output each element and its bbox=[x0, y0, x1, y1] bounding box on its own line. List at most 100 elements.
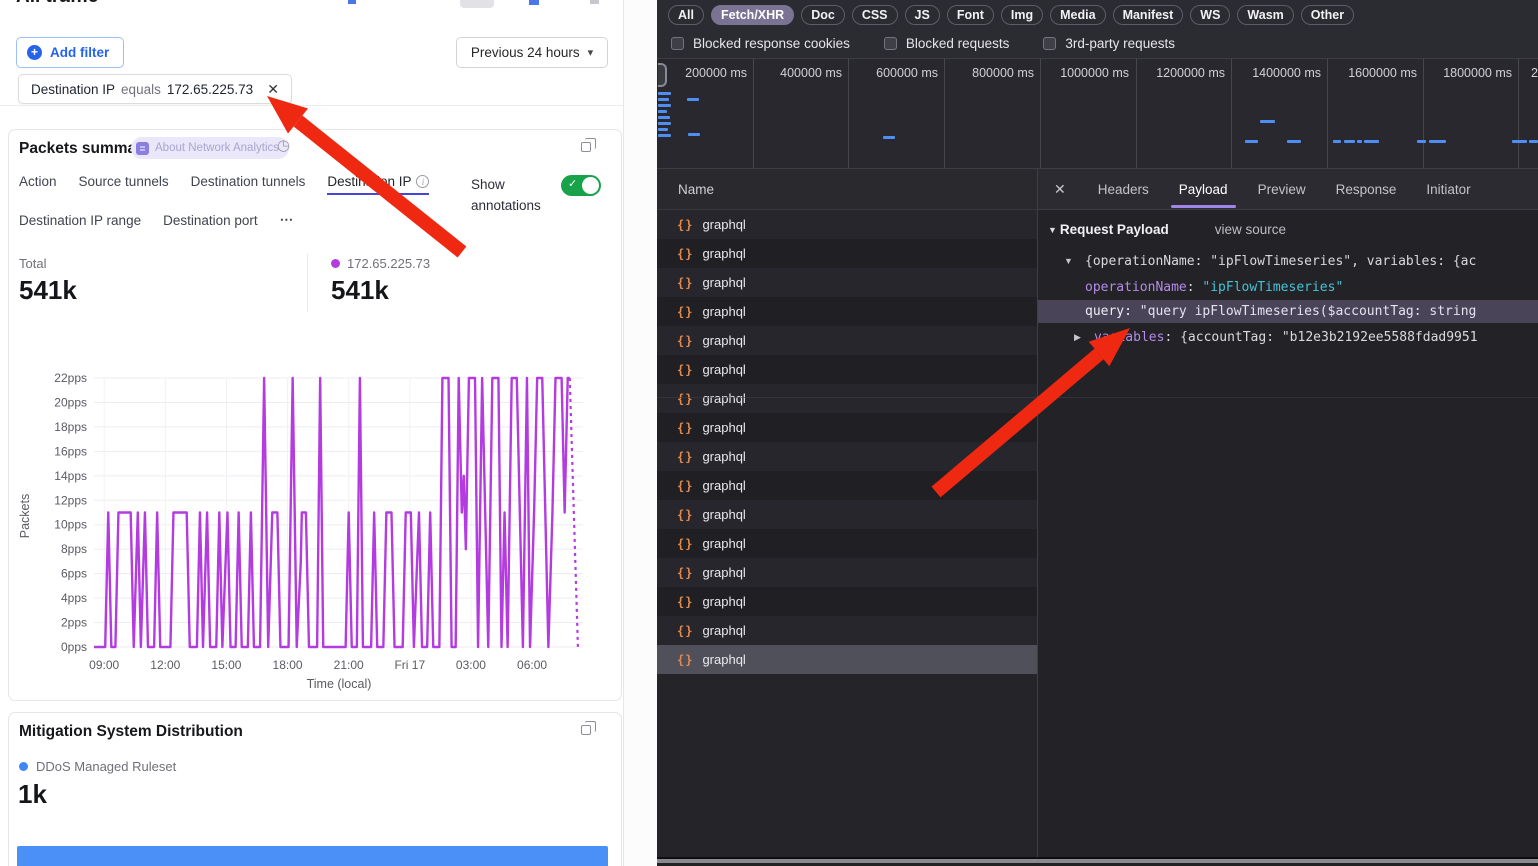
clipped-toolbar-control bbox=[348, 0, 356, 4]
request-row[interactable]: {}graphql bbox=[657, 529, 1037, 558]
request-activity-mark bbox=[658, 134, 671, 137]
request-row[interactable]: {}graphql bbox=[657, 645, 1037, 674]
detail-tab-response[interactable]: Response bbox=[1336, 182, 1397, 197]
tab-destination-ip[interactable]: Destination IPi bbox=[327, 174, 429, 195]
filter-pill-doc[interactable]: Doc bbox=[801, 5, 845, 25]
filter-pill-js[interactable]: JS bbox=[905, 5, 940, 25]
request-row[interactable]: {}graphql bbox=[657, 268, 1037, 297]
svg-text:18:00: 18:00 bbox=[273, 658, 303, 672]
payload-line[interactable]: ▼{operationName: "ipFlowTimeseries", var… bbox=[1038, 250, 1538, 273]
ip-stat-value: 541k bbox=[331, 275, 430, 306]
svg-text:09:00: 09:00 bbox=[89, 658, 119, 672]
payload-line[interactable]: ▶variables: {accountTag: "b12e3b2192ee55… bbox=[1038, 326, 1538, 349]
request-row[interactable]: {}graphql bbox=[657, 558, 1037, 587]
show-annotations-toggle[interactable]: ✓ bbox=[561, 175, 601, 196]
filter-pill-fetch-xhr[interactable]: Fetch/XHR bbox=[711, 5, 794, 25]
request-row[interactable]: {}graphql bbox=[657, 326, 1037, 355]
filter-pill-all[interactable]: All bbox=[668, 5, 704, 25]
request-activity-mark bbox=[658, 98, 669, 101]
filter-value: 172.65.225.73 bbox=[167, 82, 253, 97]
payload-token: variables bbox=[1094, 330, 1164, 345]
checkbox-3rd-party-requests[interactable]: 3rd-party requests bbox=[1043, 36, 1175, 51]
request-row[interactable]: {}graphql bbox=[657, 210, 1037, 239]
filter-pill-img[interactable]: Img bbox=[1001, 5, 1043, 25]
request-row[interactable]: {}graphql bbox=[657, 413, 1037, 442]
payload-line[interactable]: query: "query ipFlowTimeseries($accountT… bbox=[1038, 300, 1538, 323]
request-detail-tabbar: ✕ Headers Payload Preview Response Initiator bbox=[1038, 169, 1538, 210]
detail-tab-headers[interactable]: Headers bbox=[1098, 182, 1149, 197]
request-row[interactable]: {}graphql bbox=[657, 355, 1037, 384]
svg-text:22pps: 22pps bbox=[54, 371, 87, 385]
payload-line[interactable]: operationName: "ipFlowTimeseries" bbox=[1038, 276, 1538, 299]
request-row[interactable]: {}graphql bbox=[657, 500, 1037, 529]
checkbox-blocked-requests[interactable]: Blocked requests bbox=[884, 36, 1010, 51]
request-row[interactable]: {}graphql bbox=[657, 471, 1037, 500]
filter-pill-media[interactable]: Media bbox=[1050, 5, 1105, 25]
request-activity-mark bbox=[658, 92, 671, 95]
request-row[interactable]: {}graphql bbox=[657, 297, 1037, 326]
checkbox-box[interactable] bbox=[1043, 37, 1056, 50]
request-activity-mark bbox=[1364, 140, 1379, 143]
filter-pill-ws[interactable]: WS bbox=[1190, 5, 1230, 25]
request-activity-mark bbox=[687, 98, 699, 101]
filter-pill-css[interactable]: CSS bbox=[852, 5, 898, 25]
time-range-dropdown[interactable]: Previous 24 hours ▾ bbox=[456, 37, 608, 68]
tab-action[interactable]: Action bbox=[19, 174, 57, 195]
packets-timeseries-chart[interactable]: 09:0012:0015:0018:0021:00Fri 1703:0006:0… bbox=[9, 358, 623, 698]
close-icon[interactable]: ✕ bbox=[1054, 181, 1066, 198]
request-name: graphql bbox=[702, 623, 745, 638]
filter-pill-font[interactable]: Font bbox=[947, 5, 994, 25]
filter-pill-manifest[interactable]: Manifest bbox=[1113, 5, 1184, 25]
ip-stat-label: 172.65.225.73 bbox=[347, 256, 430, 271]
request-row[interactable]: {}graphql bbox=[657, 587, 1037, 616]
json-braces-icon: {} bbox=[677, 479, 693, 493]
checkbox-box[interactable] bbox=[884, 37, 897, 50]
filter-chip[interactable]: Destination IP equals 172.65.225.73 ✕ bbox=[18, 74, 292, 104]
payload-token: : bbox=[1187, 280, 1203, 295]
network-overview-timeline[interactable]: 200000 ms400000 ms600000 ms800000 ms1000… bbox=[657, 59, 1538, 169]
json-braces-icon: {} bbox=[677, 595, 693, 609]
packets-summary-card: Packets summary ≣ About Network Analytic… bbox=[8, 129, 622, 701]
cloudflare-analytics-panel: All traffic + Add filter Previous 24 hou… bbox=[0, 0, 623, 866]
request-row[interactable]: {}graphql bbox=[657, 239, 1037, 268]
timeline-scrubber-handle[interactable] bbox=[658, 63, 667, 87]
svg-text:12:00: 12:00 bbox=[150, 658, 180, 672]
more-tabs-button[interactable]: ⋯ bbox=[280, 212, 295, 234]
checkbox-blocked-response-cookies[interactable]: Blocked response cookies bbox=[671, 36, 850, 51]
copy-panel-icon[interactable] bbox=[581, 142, 591, 152]
about-network-analytics-badge[interactable]: ≣ About Network Analytics bbox=[131, 137, 289, 159]
request-activity-mark bbox=[658, 116, 670, 119]
timeline-gridline bbox=[1040, 59, 1041, 169]
remove-filter-icon[interactable]: ✕ bbox=[267, 81, 279, 98]
request-row[interactable]: {}graphql bbox=[657, 616, 1037, 645]
collapsed-triangle-icon[interactable]: ▶ bbox=[1074, 326, 1081, 349]
tab-destination-tunnels[interactable]: Destination tunnels bbox=[191, 174, 306, 195]
request-row[interactable]: {}graphql bbox=[657, 442, 1037, 471]
tab-source-tunnels[interactable]: Source tunnels bbox=[79, 174, 169, 195]
view-source-link[interactable]: view source bbox=[1215, 222, 1286, 237]
svg-text:8pps: 8pps bbox=[61, 542, 87, 556]
request-row[interactable]: {}graphql bbox=[657, 384, 1037, 413]
devtools-panel: All Fetch/XHR Doc CSS JS Font Img Media Manifest… bbox=[657, 0, 1538, 866]
json-braces-icon: {} bbox=[677, 305, 693, 319]
tab-destination-ip-range[interactable]: Destination IP range bbox=[19, 212, 141, 234]
add-filter-button[interactable]: + Add filter bbox=[16, 37, 124, 68]
timeline-tick-label: 1400000 ms bbox=[1252, 66, 1321, 80]
tab-destination-port[interactable]: Destination port bbox=[163, 212, 258, 234]
copy-panel-icon[interactable] bbox=[581, 725, 591, 735]
checkbox-box[interactable] bbox=[671, 37, 684, 50]
info-icon: i bbox=[416, 175, 429, 188]
mitigation-bar[interactable] bbox=[17, 846, 608, 866]
expanded-triangle-icon[interactable]: ▼ bbox=[1064, 250, 1073, 273]
detail-tab-payload[interactable]: Payload bbox=[1179, 182, 1228, 197]
window-gutter bbox=[623, 0, 657, 866]
detail-tab-preview[interactable]: Preview bbox=[1258, 182, 1306, 197]
history-icon[interactable]: ◷ bbox=[277, 136, 290, 154]
detail-tab-initiator[interactable]: Initiator bbox=[1426, 182, 1470, 197]
filter-pill-other[interactable]: Other bbox=[1301, 5, 1354, 25]
filter-pill-wasm[interactable]: Wasm bbox=[1237, 5, 1293, 25]
request-activity-mark bbox=[1512, 140, 1527, 143]
request-payload-section[interactable]: ▼ Request Payload view source bbox=[1048, 222, 1286, 237]
json-braces-icon: {} bbox=[677, 334, 693, 348]
name-column-header[interactable]: Name bbox=[657, 169, 1037, 210]
